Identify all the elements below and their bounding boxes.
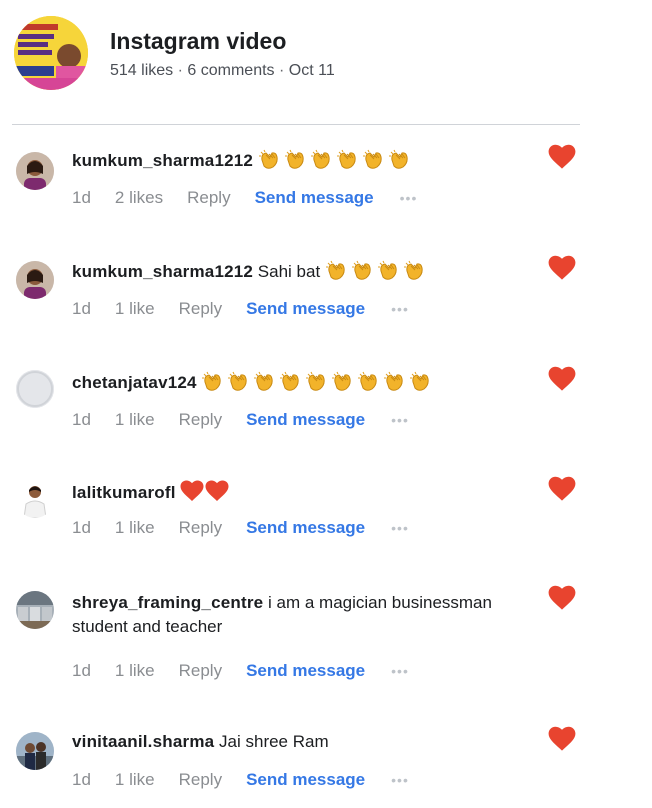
post-header: Instagram video 514 likes · 6 comments ·… [12,16,582,96]
clapping-hands-icon [332,371,352,391]
comment-message: Sahi bat [257,262,321,281]
heart-icon[interactable] [548,366,576,392]
more-options-icon[interactable]: ••• [400,190,418,206]
comment-username[interactable]: kumkum_sharma1212 [72,262,253,281]
clapping-hands-icon [310,149,330,169]
header-divider [12,124,580,125]
clapping-hands-icon [325,260,345,280]
clapping-hands-icon [336,149,356,169]
heart-icon[interactable] [548,476,576,502]
reply-button[interactable]: Reply [179,299,222,319]
more-options-icon[interactable]: ••• [391,412,409,428]
comment-actions: 1d 1 like Reply Send message ••• [72,661,409,681]
red-heart-icon [205,480,229,501]
comment-likes[interactable]: 1 like [115,518,155,538]
comment-likes[interactable]: 2 likes [115,188,163,208]
comment-message: Jai shree Ram [219,732,329,751]
emoji-row [258,149,414,170]
comment-time: 1d [72,770,91,789]
clapping-hands-icon [280,371,300,391]
clapping-hands-icon [351,260,371,280]
comment-likes[interactable]: 1 like [115,770,155,790]
more-options-icon[interactable]: ••• [391,663,409,679]
comment-text: chetanjatav124 [72,370,552,395]
comment-text: kumkum_sharma1212 [72,148,552,173]
heart-icon[interactable] [548,144,576,170]
emoji-row [201,371,435,392]
clapping-hands-icon [254,371,274,391]
send-message-button[interactable]: Send message [255,188,374,208]
send-message-button[interactable]: Send message [246,518,365,538]
avatar[interactable] [16,732,54,770]
clapping-hands-icon [377,260,397,280]
comment-actions: 1d 1 like Reply Send message ••• [72,518,409,538]
clapping-hands-icon [362,149,382,169]
comment-actions: 1d 1 like Reply Send message ••• [72,299,409,319]
more-options-icon[interactable]: ••• [391,301,409,317]
emoji-row [325,260,429,281]
comment-username[interactable]: vinitaanil.sharma [72,732,214,751]
post-meta: 514 likes · 6 comments · Oct 11 [110,62,335,80]
comment-time: 1d [72,661,91,680]
avatar[interactable] [16,370,54,408]
likes-count[interactable]: 514 likes [110,62,173,79]
comment-time: 1d [72,518,91,537]
reply-button[interactable]: Reply [179,410,222,430]
send-message-button[interactable]: Send message [246,299,365,319]
clapping-hands-icon [202,371,222,391]
meta-separator: · [278,62,285,79]
comment-username[interactable]: chetanjatav124 [72,373,197,392]
comment-likes[interactable]: 1 like [115,299,155,319]
reply-button[interactable]: Reply [187,188,230,208]
comment-actions: 1d 1 like Reply Send message ••• [72,770,409,790]
clapping-hands-icon [228,371,248,391]
meta-separator: · [177,62,183,79]
send-message-button[interactable]: Send message [246,410,365,430]
clapping-hands-icon [284,149,304,169]
comment-actions: 1d 2 likes Reply Send message ••• [72,188,417,208]
heart-icon[interactable] [548,255,576,281]
clapping-hands-icon [258,149,278,169]
clapping-hands-icon [306,371,326,391]
clapping-hands-icon [388,149,408,169]
avatar[interactable] [16,152,54,190]
comment-text: shreya_framing_centre i am a magician bu… [72,591,552,639]
post-date: Oct 11 [288,62,335,79]
comment-username[interactable]: kumkum_sharma1212 [72,151,253,170]
comments-count[interactable]: 6 comments [187,62,274,79]
avatar[interactable] [16,480,54,518]
more-options-icon[interactable]: ••• [391,520,409,536]
comment-likes[interactable]: 1 like [115,410,155,430]
emoji-row [180,480,230,502]
avatar[interactable] [16,261,54,299]
heart-icon[interactable] [548,726,576,752]
post-title: Instagram video [110,28,287,54]
comment-time: 1d [72,188,91,207]
comment-text: lalitkumarofl [72,480,552,505]
comment-text: kumkum_sharma1212 Sahi bat [72,259,552,284]
clapping-hands-icon [410,371,430,391]
comment-text: vinitaanil.sharma Jai shree Ram [72,730,552,754]
more-options-icon[interactable]: ••• [391,772,409,788]
red-heart-icon [180,480,204,501]
clapping-hands-icon [384,371,404,391]
clapping-hands-icon [358,371,378,391]
clapping-hands-icon [403,260,423,280]
video-thumbnail[interactable] [14,16,88,90]
comment-actions: 1d 1 like Reply Send message ••• [72,410,409,430]
comment-time: 1d [72,299,91,318]
comment-time: 1d [72,410,91,429]
comment-username[interactable]: lalitkumarofl [72,483,176,502]
reply-button[interactable]: Reply [179,518,222,538]
avatar[interactable] [16,591,54,629]
reply-button[interactable]: Reply [179,661,222,681]
comment-username[interactable]: shreya_framing_centre [72,593,263,612]
send-message-button[interactable]: Send message [246,661,365,681]
comment-likes[interactable]: 1 like [115,661,155,681]
reply-button[interactable]: Reply [179,770,222,790]
heart-icon[interactable] [548,585,576,611]
send-message-button[interactable]: Send message [246,770,365,790]
